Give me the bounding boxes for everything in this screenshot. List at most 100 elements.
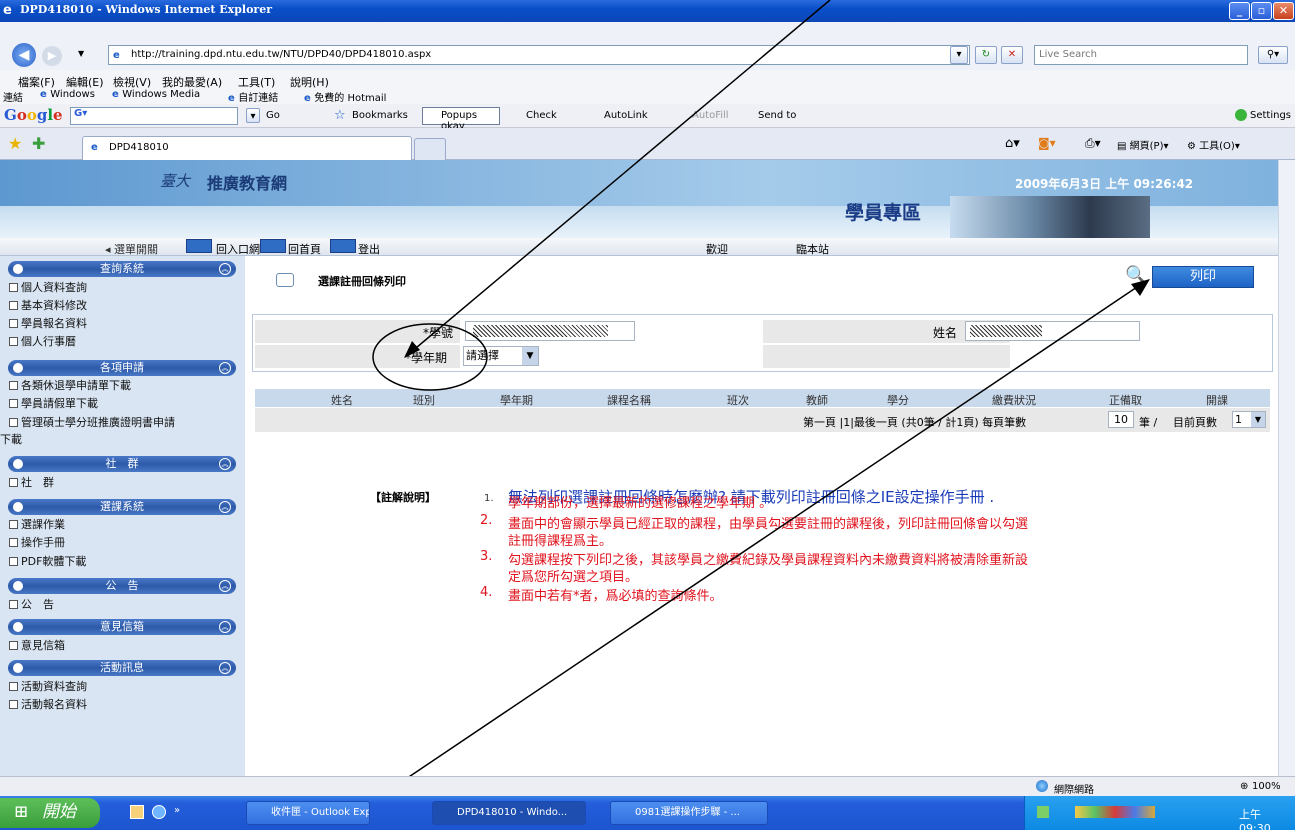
quicklaunch-ie-icon[interactable] — [152, 805, 166, 819]
portal-link[interactable]: 回入口網 — [216, 241, 260, 257]
collapse-icon[interactable]: ︽ — [219, 501, 231, 513]
favorites-star-icon[interactable]: ★ — [8, 134, 22, 153]
section-events[interactable]: 活動訊息 ︽ — [8, 660, 236, 676]
note-text: 定爲您所勾選之項目。 — [508, 570, 639, 585]
feeds-icon[interactable]: ◙▾ — [1038, 136, 1056, 150]
sidebar-item-pdf[interactable]: PDF軟體下載 — [9, 553, 86, 569]
sidebar-item-manual[interactable]: 操作手冊 — [9, 534, 65, 550]
history-dropdown-icon[interactable]: ▼ — [78, 49, 84, 58]
forward-icon[interactable]: ▶ — [42, 46, 62, 66]
menu-toggle-link[interactable]: ◂ 選單開關 — [105, 241, 158, 257]
dropdown-arrow-icon[interactable]: ▼ — [1251, 412, 1265, 427]
col-teacher[interactable]: 教師 — [806, 392, 828, 408]
pager-text[interactable]: 第一頁 |1|最後一頁 (共0筆 / 計1頁) 每頁筆數 — [803, 414, 1026, 430]
section-query[interactable]: 查詢系統 ︽ — [8, 261, 236, 277]
term-select[interactable]: 請選擇 ▼ — [463, 346, 539, 366]
address-dropdown-icon[interactable]: ▾ — [950, 46, 968, 64]
section-courses[interactable]: 選課系統 ︽ — [8, 499, 236, 515]
collapse-icon[interactable]: ︽ — [219, 621, 231, 633]
per-page-input[interactable]: 10 — [1108, 411, 1134, 428]
sidebar-item-event-query[interactable]: 活動資料查詢 — [9, 678, 87, 694]
col-class[interactable]: 班別 — [413, 392, 435, 408]
col-name[interactable]: 姓名 — [331, 392, 353, 408]
zoom-level[interactable]: 100% — [1252, 781, 1281, 792]
section-applications[interactable]: 各項申請 ︽ — [8, 360, 236, 376]
print-icon[interactable]: ⎙▾ — [1085, 136, 1101, 151]
collapse-icon[interactable]: ︽ — [219, 662, 231, 674]
google-search-input[interactable]: G▾ — [70, 107, 238, 125]
site-banner: 臺大 推廣教育網 2009年6月3日 上午 09:26:42 學員專區 — [0, 160, 1278, 238]
sidebar-item-personal-query[interactable]: 個人資料查詢 — [9, 279, 87, 295]
link-windows-media[interactable]: e Windows Media — [112, 89, 200, 100]
sidebar-item-announcements[interactable]: 公 告 — [9, 596, 54, 612]
collapse-icon[interactable]: ︽ — [219, 580, 231, 592]
taskbar-ie[interactable]: DPD418010 - Windo... — [432, 801, 586, 825]
new-tab-button[interactable] — [414, 138, 446, 160]
sidebar-item-feedback[interactable]: 意見信箱 — [9, 637, 65, 653]
link-windows[interactable]: e Windows — [40, 89, 95, 100]
section-feedback[interactable]: 意見信箱 ︽ — [8, 619, 236, 635]
sidebar-item-calendar[interactable]: 個人行事曆 — [9, 333, 76, 349]
google-autolink-button[interactable]: AutoLink — [604, 110, 648, 121]
current-page-select[interactable]: 1 ▼ — [1232, 411, 1266, 428]
minimize-button[interactable]: _ — [1229, 2, 1250, 20]
logout-link[interactable]: 登出 — [358, 241, 380, 257]
col-open[interactable]: 開課 — [1206, 392, 1228, 408]
sidebar-item-profile-edit[interactable]: 基本資料修改 — [9, 297, 87, 313]
quicklaunch-desktop-icon[interactable] — [130, 805, 144, 819]
page-menu[interactable]: ▤ 網頁(P)▾ — [1117, 137, 1169, 152]
close-button[interactable]: ✕ — [1273, 2, 1294, 20]
col-course[interactable]: 課程名稱 — [607, 392, 651, 408]
taskbar-word[interactable]: 0981選課操作步驟 - ... — [610, 801, 768, 825]
sidebar-item-withdraw-forms[interactable]: 各類休退學申請單下載 — [9, 377, 131, 393]
dropdown-arrow-icon[interactable]: ▼ — [522, 347, 538, 365]
start-button[interactable]: ⊞ 開始 — [0, 798, 100, 828]
home-icon[interactable]: ⌂▾ — [1005, 136, 1020, 151]
sidebar-item-leave-form[interactable]: 學員請假單下載 — [9, 395, 98, 411]
sidebar-item-course-selection[interactable]: 選課作業 — [9, 516, 65, 532]
scrollbar[interactable] — [1278, 160, 1295, 776]
google-dropdown-icon[interactable]: ▾ — [246, 108, 260, 123]
section-announcements[interactable]: 公 告 ︽ — [8, 578, 236, 594]
zoom-icon[interactable]: ⊕ — [1240, 781, 1248, 792]
quicklaunch-more-icon[interactable]: » — [174, 805, 180, 816]
home-link[interactable]: 回首頁 — [288, 241, 321, 257]
maximize-button[interactable]: ▫ — [1251, 2, 1272, 20]
col-payment[interactable]: 繳費狀況 — [992, 392, 1036, 408]
stop-icon[interactable]: ✕ — [1001, 46, 1023, 64]
section-community[interactable]: 社 群 ︽ — [8, 456, 236, 472]
google-settings-button[interactable]: Settings — [1250, 110, 1291, 121]
collapse-icon[interactable]: ︽ — [219, 458, 231, 470]
add-favorites-icon[interactable]: ✚ — [32, 134, 45, 153]
col-admission[interactable]: 正備取 — [1109, 392, 1142, 408]
sidebar-item-community[interactable]: 社 群 — [9, 474, 54, 490]
google-bookmarks-button[interactable]: Bookmarks — [352, 110, 408, 121]
collapse-icon[interactable]: ︽ — [219, 263, 231, 275]
sidebar-item-event-registration[interactable]: 活動報名資料 — [9, 696, 87, 712]
google-autofill-button[interactable]: AutoFill — [692, 110, 729, 121]
google-go-button[interactable]: Go — [266, 110, 280, 121]
tools-menu[interactable]: ⚙ 工具(O)▾ — [1187, 137, 1240, 152]
tray-icons[interactable] — [1075, 806, 1155, 818]
google-sendto-button[interactable]: Send to — [758, 110, 796, 121]
sidebar-item-certificate-download[interactable]: 下載 — [0, 431, 22, 447]
collapse-icon[interactable]: ︽ — [219, 362, 231, 374]
refresh-icon[interactable]: ↻ — [975, 46, 997, 64]
tray-icon[interactable] — [1037, 806, 1049, 818]
sidebar-item-registrations[interactable]: 學員報名資料 — [9, 315, 87, 331]
sidebar-item-certificate[interactable]: 管理碩士學分班推廣證明書申請 — [9, 414, 175, 430]
back-icon[interactable]: ◀ — [12, 43, 36, 67]
address-input[interactable]: e http://training.dpd.ntu.edu.tw/NTU/DPD… — [108, 45, 970, 65]
col-term[interactable]: 學年期 — [500, 392, 533, 408]
link-hotmail[interactable]: e 免費的 Hotmail — [304, 89, 386, 104]
col-credits[interactable]: 學分 — [887, 392, 909, 408]
taskbar-outlook[interactable]: 收件匣 - Outlook Exp... — [246, 801, 370, 825]
search-icon[interactable]: ⚲▾ — [1258, 46, 1288, 64]
print-button[interactable]: 列印 — [1152, 266, 1254, 288]
search-input[interactable]: Live Search — [1034, 45, 1248, 65]
tab-dpd418010[interactable]: e DPD418010 — [82, 136, 412, 160]
link-custom[interactable]: e 自訂連結 — [228, 89, 278, 104]
google-check-button[interactable]: Check — [526, 110, 557, 121]
col-section[interactable]: 班次 — [727, 392, 749, 408]
popups-button[interactable]: Popups okay — [422, 107, 500, 132]
